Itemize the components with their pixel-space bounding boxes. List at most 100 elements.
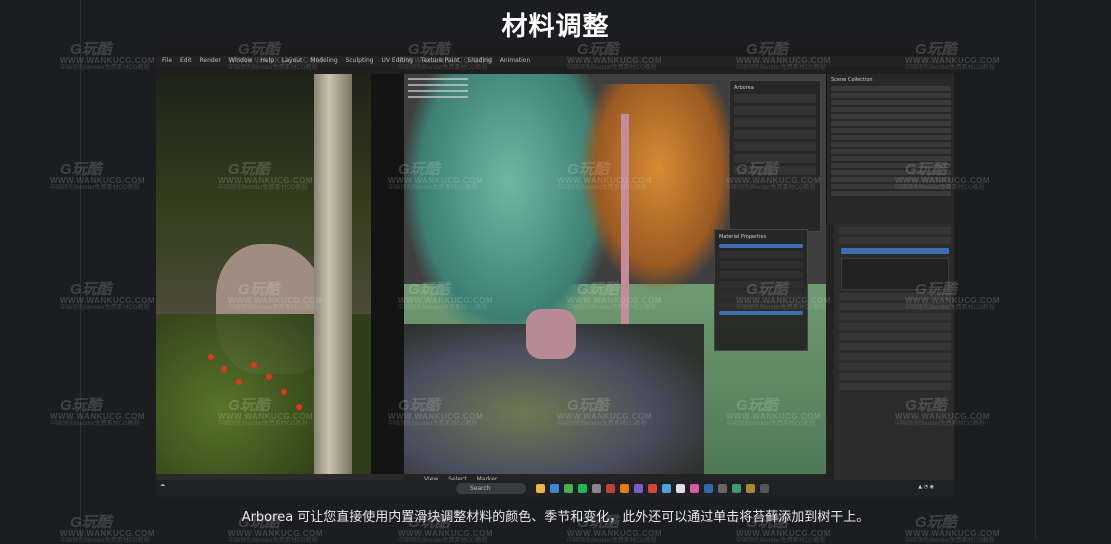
properties-section[interactable]	[839, 343, 951, 350]
tab-shading[interactable]: Shading	[467, 57, 491, 64]
properties-section[interactable]	[839, 323, 951, 330]
right-divider	[1035, 0, 1036, 538]
material-slider[interactable]	[719, 281, 803, 288]
weather-widget[interactable]: ☁	[160, 482, 165, 488]
outliner-item[interactable]	[831, 128, 951, 133]
arborea-panel-button[interactable]	[734, 118, 816, 127]
menu-render[interactable]: Render	[200, 57, 221, 64]
material-slider[interactable]	[719, 261, 803, 268]
properties-section[interactable]	[839, 383, 951, 390]
watermark-url: WWW.WANKUCG.COM	[50, 176, 146, 185]
watermark-subtitle: 中国领先Blender免费素材CG教程	[50, 421, 140, 427]
viewport-divider	[371, 74, 404, 474]
app-icon[interactable]	[746, 484, 755, 493]
menu-file[interactable]: File	[162, 57, 172, 64]
watermark-subtitle: 中国领先Blender免费素材CG教程	[228, 538, 318, 544]
tab-texture-paint[interactable]: Texture Paint	[421, 57, 460, 64]
arborea-panel-button[interactable]	[734, 130, 816, 139]
app-icon[interactable]	[648, 484, 657, 493]
tab-animation[interactable]: Animation	[500, 57, 531, 64]
properties-section[interactable]	[839, 363, 951, 370]
chrome-icon[interactable]	[564, 484, 573, 493]
app-icon[interactable]	[606, 484, 615, 493]
window-titlebar	[156, 46, 954, 56]
outliner-item[interactable]	[831, 86, 951, 91]
outliner-item[interactable]	[831, 184, 951, 189]
tab-uv-editing[interactable]: UV Editing	[382, 57, 413, 64]
outliner-item[interactable]	[831, 121, 951, 126]
outliner-item[interactable]	[831, 163, 951, 168]
watermark: G玩酷WWW.WANKUCG.COM中国领先Blender免费素材CG教程	[50, 398, 145, 427]
taskbar-search[interactable]: Search	[456, 483, 526, 494]
app-icon[interactable]	[662, 484, 671, 493]
arborea-panel-button[interactable]	[734, 166, 816, 175]
arborea-panel-button[interactable]	[734, 106, 816, 115]
watermark-subtitle: 中国领先Blender免费素材CG教程	[398, 538, 488, 544]
app-icon[interactable]	[592, 484, 601, 493]
material-slider[interactable]	[719, 301, 803, 308]
outliner-item[interactable]	[831, 114, 951, 119]
app-icon[interactable]	[704, 484, 713, 493]
properties-object-field[interactable]	[839, 237, 951, 244]
app-icon[interactable]	[718, 484, 727, 493]
arborea-panel-button[interactable]	[734, 94, 816, 103]
menu-window[interactable]: Window	[229, 57, 253, 64]
material-slider[interactable]	[719, 291, 803, 298]
properties-section[interactable]	[839, 313, 951, 320]
outliner-item[interactable]	[831, 107, 951, 112]
spotify-icon[interactable]	[578, 484, 587, 493]
slide-caption: Arborea 可让您直接使用内置滑块调整材料的颜色、季节和变化，此外还可以通过…	[241, 510, 870, 525]
outliner-item[interactable]	[831, 149, 951, 154]
app-icon[interactable]	[732, 484, 741, 493]
app-icon[interactable]	[690, 484, 699, 493]
slide-title: 材料调整	[501, 12, 610, 42]
properties-selected-item[interactable]	[841, 248, 949, 254]
watermark-subtitle: 中国领先Blender免费素材CG教程	[736, 538, 826, 544]
outliner-item[interactable]	[831, 191, 951, 196]
properties-section[interactable]	[839, 353, 951, 360]
watermark: G玩酷WWW.WANKUCG.COM中国领先Blender免费素材CG教程	[50, 162, 145, 191]
outliner-item[interactable]	[831, 177, 951, 182]
menu-edit[interactable]: Edit	[180, 57, 192, 64]
properties-section[interactable]	[839, 373, 951, 380]
tab-layout[interactable]: Layout	[282, 57, 302, 64]
pink-rock[interactable]	[526, 309, 576, 359]
arborea-panel-button[interactable]	[734, 142, 816, 151]
properties-section[interactable]	[839, 303, 951, 310]
properties-section[interactable]	[839, 333, 951, 340]
material-apply-button[interactable]	[719, 311, 803, 315]
material-slider[interactable]	[719, 251, 803, 258]
3d-viewport[interactable]: Arborea Material Properties	[404, 74, 826, 474]
watermark-subtitle: 中国领先Blender免费素材CG教程	[60, 305, 150, 311]
material-slider[interactable]	[719, 271, 803, 278]
berry	[296, 404, 302, 410]
watermark-subtitle: 中国领先Blender免费素材CG教程	[60, 65, 150, 71]
tab-modeling[interactable]: Modeling	[310, 57, 337, 64]
app-icon[interactable]	[634, 484, 643, 493]
watermark-url: WWW.WANKUCG.COM	[736, 529, 832, 538]
outliner-item[interactable]	[831, 93, 951, 98]
berry	[266, 374, 272, 380]
outliner-item[interactable]	[831, 142, 951, 147]
berry	[236, 379, 242, 385]
outliner-item[interactable]	[831, 170, 951, 175]
properties-section[interactable]	[839, 293, 951, 300]
app-icon[interactable]	[760, 484, 769, 493]
system-tray[interactable]: ▲ ◔ ◉	[918, 484, 934, 490]
properties-tab-column[interactable]	[826, 224, 834, 485]
arborea-panel-button[interactable]	[734, 154, 816, 163]
app-icon[interactable]	[676, 484, 685, 493]
browser-icon[interactable]	[550, 484, 559, 493]
watermark: G玩酷WWW.WANKUCG.COM中国领先Blender免费素材CG教程	[60, 42, 155, 71]
menu-help[interactable]: Help	[260, 57, 274, 64]
blender-icon[interactable]	[620, 484, 629, 493]
outliner-item[interactable]	[831, 135, 951, 140]
material-tab-selected[interactable]	[719, 244, 803, 248]
file-explorer-icon[interactable]	[536, 484, 545, 493]
watermark-url: WWW.WANKUCG.COM	[60, 56, 156, 65]
outliner-item[interactable]	[831, 100, 951, 105]
outliner-item[interactable]	[831, 156, 951, 161]
properties-list-box[interactable]	[841, 258, 949, 290]
watermark-subtitle: 中国领先Blender免费素材CG教程	[60, 538, 150, 544]
tab-sculpting[interactable]: Sculpting	[346, 57, 374, 64]
